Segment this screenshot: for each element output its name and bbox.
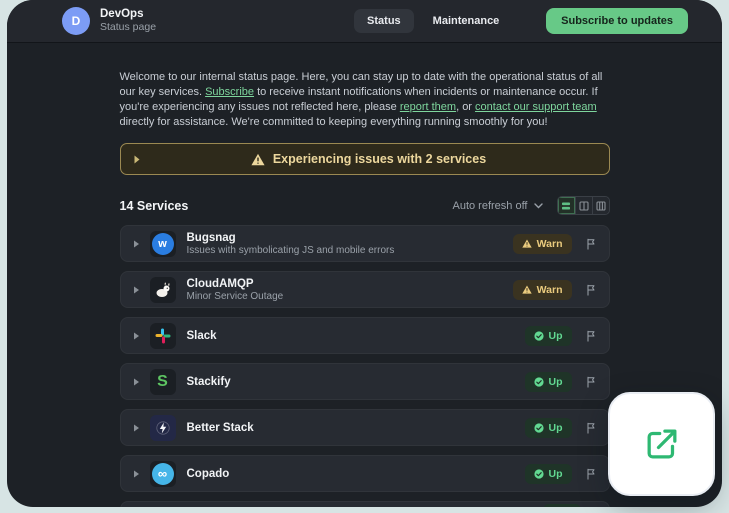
caret-right-icon xyxy=(133,286,140,294)
service-name: Bugsnag xyxy=(186,231,236,244)
caret-right-icon xyxy=(133,155,141,164)
incidents-banner[interactable]: Experiencing issues with 2 services xyxy=(119,143,610,175)
status-badge: Up xyxy=(524,325,572,346)
report-flag-button[interactable] xyxy=(585,376,597,388)
brand[interactable]: D DevOps Status page xyxy=(62,7,156,35)
chevron-down-icon xyxy=(533,202,543,209)
status-badge: Warn xyxy=(512,279,572,300)
slack-logo-icon xyxy=(149,322,176,349)
check-circle-icon xyxy=(533,422,544,433)
caret-right-icon xyxy=(133,424,140,432)
service-list: w Bugsnag Issues with symbolicating JS a… xyxy=(119,225,610,507)
service-row-cloudamqp[interactable]: CloudAMQP Minor Service Outage Warn xyxy=(119,271,610,308)
copado-logo-icon: ∞ xyxy=(149,460,176,487)
status-badge: Up xyxy=(524,463,572,484)
page-subtitle: Status page xyxy=(100,21,157,33)
service-name: Stackify xyxy=(186,375,231,388)
report-flag-button[interactable] xyxy=(585,238,597,250)
caret-right-icon xyxy=(133,240,140,248)
warning-triangle-icon xyxy=(521,239,532,248)
two-column-view-button[interactable] xyxy=(574,197,592,214)
header-nav: Status Maintenance xyxy=(354,9,512,33)
status-badge: Up xyxy=(524,417,572,438)
service-row-stackify[interactable]: S Stackify Up xyxy=(119,363,610,400)
flag-icon xyxy=(586,330,595,342)
service-row-copado[interactable]: ∞ Copado Up xyxy=(119,455,610,492)
subscribe-link[interactable]: Subscribe xyxy=(205,86,254,98)
service-name: Better Stack xyxy=(186,421,254,434)
three-column-view-icon xyxy=(595,200,606,211)
three-column-view-button[interactable] xyxy=(591,197,609,214)
auto-refresh-label: Auto refresh off xyxy=(452,199,528,212)
service-subtitle: Minor Service Outage xyxy=(186,290,284,302)
flag-icon xyxy=(586,284,595,296)
status-badge: Warn xyxy=(512,233,572,254)
view-toggle-group xyxy=(556,196,610,215)
intro-text: , or xyxy=(456,101,476,113)
check-circle-icon xyxy=(533,376,544,387)
service-row-bugsnag[interactable]: w Bugsnag Issues with symbolicating JS a… xyxy=(119,225,610,262)
list-view-button[interactable] xyxy=(557,197,575,214)
service-row-partial[interactable] xyxy=(119,501,610,507)
report-them-link[interactable]: report them xyxy=(400,101,456,113)
flag-icon xyxy=(586,468,595,480)
warning-triangle-icon xyxy=(251,153,265,166)
check-circle-icon xyxy=(533,468,544,479)
services-count: 14 Services xyxy=(119,198,189,213)
warning-triangle-icon xyxy=(521,285,532,294)
intro-paragraph: Welcome to our internal status page. Her… xyxy=(120,70,610,130)
service-name: Copado xyxy=(186,467,230,480)
open-external-button[interactable] xyxy=(608,392,715,496)
external-link-icon xyxy=(647,429,676,459)
caret-right-icon xyxy=(133,332,140,340)
flag-icon xyxy=(586,422,595,434)
better-stack-logo-icon xyxy=(149,414,176,441)
auto-refresh-dropdown[interactable]: Auto refresh off xyxy=(452,199,543,212)
service-name: Slack xyxy=(186,329,217,342)
service-row-slack[interactable]: Slack Up xyxy=(119,317,610,354)
service-row-better-stack[interactable]: Better Stack Up xyxy=(119,409,610,446)
header: D DevOps Status page Status Maintenance … xyxy=(7,0,722,43)
tab-maintenance[interactable]: Maintenance xyxy=(420,9,513,33)
brand-text: DevOps Status page xyxy=(100,8,156,34)
check-circle-icon xyxy=(533,330,544,341)
stackify-logo-icon: S xyxy=(149,368,176,395)
banner-message: Experiencing issues with 2 services xyxy=(272,152,487,166)
two-column-view-icon xyxy=(578,200,589,211)
status-badge: Up xyxy=(524,371,572,392)
page-title: DevOps xyxy=(100,8,144,20)
status-badge xyxy=(542,504,581,507)
service-name: CloudAMQP xyxy=(186,277,254,290)
caret-right-icon xyxy=(133,470,140,478)
bugsnag-logo-icon: w xyxy=(149,230,176,257)
avatar: D xyxy=(62,7,90,35)
flag-icon xyxy=(586,376,595,388)
tab-status[interactable]: Status xyxy=(354,9,414,33)
report-flag-button[interactable] xyxy=(585,468,597,480)
flag-icon xyxy=(586,238,595,250)
list-view-icon xyxy=(562,202,570,209)
service-subtitle: Issues with symbolicating JS and mobile … xyxy=(186,244,395,256)
subscribe-button[interactable]: Subscribe to updates xyxy=(546,8,688,34)
report-flag-button[interactable] xyxy=(585,422,597,434)
services-header: 14 Services Auto refresh off xyxy=(120,196,610,215)
contact-support-link[interactable]: contact our support team xyxy=(475,101,597,113)
report-flag-button[interactable] xyxy=(585,284,597,296)
cloudamqp-logo-icon xyxy=(149,276,176,303)
caret-right-icon xyxy=(133,378,140,386)
intro-text: directly for assistance. We're committed… xyxy=(119,116,548,128)
report-flag-button[interactable] xyxy=(585,330,597,342)
